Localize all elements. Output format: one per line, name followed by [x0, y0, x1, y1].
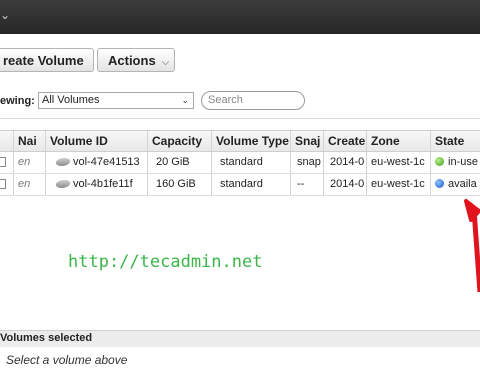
details-panel-title: Volumes selected [0, 332, 93, 344]
details-panel-header: Volumes selected [0, 330, 480, 347]
red-arrow-annotation-icon [464, 199, 480, 293]
details-panel-hint: Select a volume above [6, 353, 128, 367]
